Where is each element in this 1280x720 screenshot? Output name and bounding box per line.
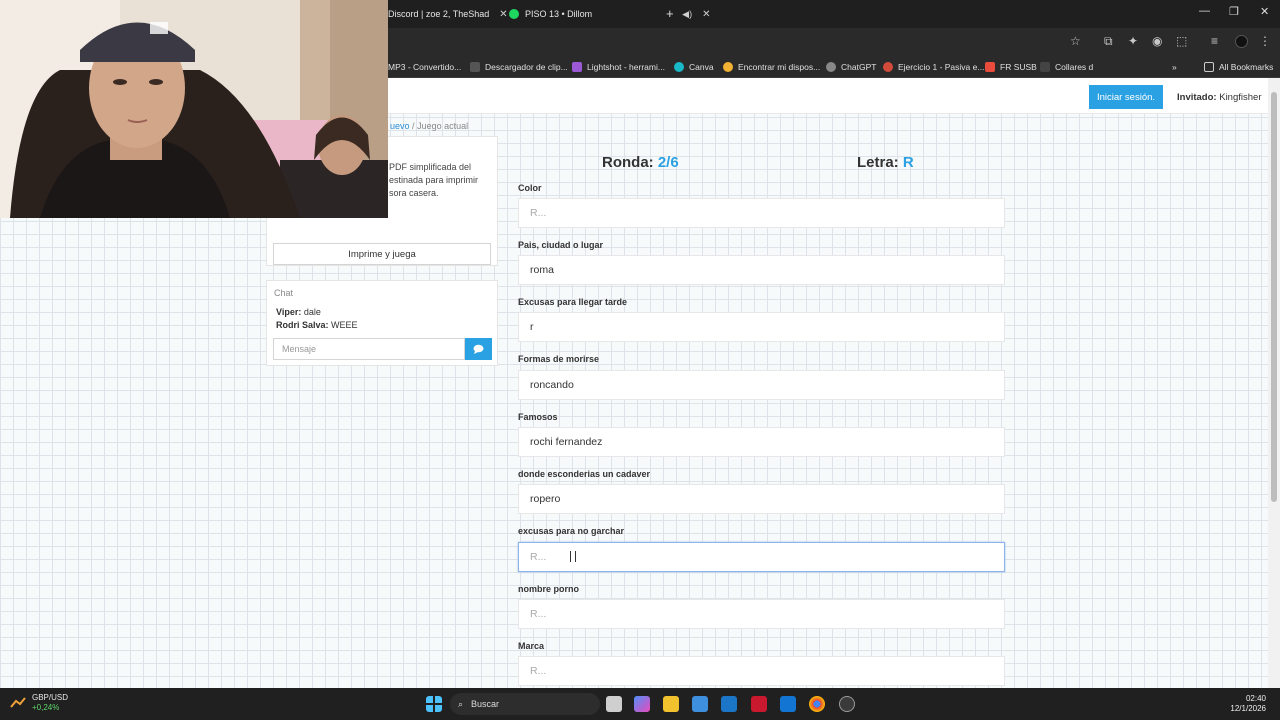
pdf-description: PDF simplificada del estinada para impri… <box>389 162 479 198</box>
letter-indicator: Letra: R <box>857 154 914 171</box>
field-label: Marca <box>518 641 545 651</box>
letter-value: R <box>902 154 914 171</box>
extension-icon[interactable]: ✦ <box>1128 34 1138 48</box>
chrome-icon[interactable] <box>809 696 825 712</box>
dell-icon[interactable] <box>721 696 737 712</box>
media-controls-icon[interactable]: ≡ <box>1211 34 1218 48</box>
field-label: Excusas para llegar tarde <box>518 297 628 307</box>
chat-message: Rodri Salva: WEEE <box>276 320 358 330</box>
webcam-feed-image <box>0 0 388 218</box>
close-window-button[interactable]: ✕ <box>1260 5 1269 18</box>
answer-input-hide-body[interactable] <box>518 484 1005 514</box>
bookmark-item[interactable]: Encontrar mi dispos... <box>723 62 820 72</box>
answer-input-excuse-active[interactable] <box>518 542 1005 572</box>
breadcrumb: uevo / Juego actual <box>390 121 469 131</box>
minimize-button[interactable]: — <box>1199 5 1210 17</box>
webcam-overlay <box>0 0 388 218</box>
send-message-button[interactable] <box>465 338 492 360</box>
translate-icon[interactable]: ⧉ <box>1104 34 1113 49</box>
breadcrumb-link[interactable]: uevo <box>390 121 410 131</box>
copilot-icon[interactable] <box>634 696 650 712</box>
page-icon <box>883 62 893 72</box>
login-button[interactable]: Iniciar sesión. <box>1089 85 1163 109</box>
file-explorer-icon[interactable] <box>663 696 679 712</box>
bookmark-item[interactable]: Descargador de clip... <box>470 62 568 72</box>
field-label: excusas para no garchar <box>518 526 625 536</box>
chat-panel: Chat Viper: dale Rodri Salva: WEEE <box>266 280 498 366</box>
answer-input-porn-name[interactable] <box>518 599 1005 629</box>
bookmark-item[interactable]: MP3 - Convertido... <box>388 62 461 72</box>
chat-message: Viper: dale <box>276 307 321 317</box>
store-icon[interactable] <box>692 696 708 712</box>
bookmark-star-icon[interactable]: ☆ <box>1070 34 1081 48</box>
text-cursor-icon <box>570 551 576 562</box>
tab-label: PISO 13 • Dillom <box>525 9 593 19</box>
canva-icon <box>674 62 684 72</box>
windows-start-icon[interactable] <box>426 696 442 712</box>
field-label: Formas de morirse <box>518 354 600 364</box>
field-label: Famosos <box>518 412 558 422</box>
tab-discord[interactable]: Discord | zoe 2, TheShad ✕ <box>388 4 508 24</box>
bookmark-item[interactable]: FR SUSB <box>985 62 1037 72</box>
field-label: donde esconderias un cadaver <box>518 469 651 479</box>
system-clock[interactable]: 02:40 12/1/2026 <box>1230 694 1266 714</box>
all-bookmarks-folder[interactable]: All Bookmarks <box>1204 62 1273 72</box>
answer-input-ways-to-die[interactable] <box>518 370 1005 400</box>
spotify-icon <box>509 9 519 19</box>
google-icon <box>723 62 733 72</box>
close-tab-icon[interactable]: ✕ <box>499 9 507 20</box>
chat-title: Chat <box>274 288 294 298</box>
answer-input-famous[interactable] <box>518 427 1005 457</box>
windows-icon <box>985 62 995 72</box>
menu-dots-icon[interactable]: ⋮ <box>1259 34 1271 48</box>
answer-input-color[interactable] <box>518 198 1005 228</box>
chatgpt-icon <box>826 62 836 72</box>
bookmark-item[interactable]: Canva <box>674 62 714 72</box>
tab-spotify[interactable]: PISO 13 • Dillom ◀) ✕ <box>509 4 710 24</box>
field-label: nombre porno <box>518 584 579 594</box>
scrollbar-thumb[interactable] <box>1271 92 1277 502</box>
page-icon <box>470 62 480 72</box>
currency-widget[interactable]: GBP/USD +0,24% <box>10 693 68 713</box>
field-label: Color <box>518 183 542 193</box>
bookmark-item[interactable]: ChatGPT <box>826 62 876 72</box>
answer-input-place[interactable] <box>518 255 1005 285</box>
round-value: 2/6 <box>657 154 679 171</box>
profile-avatar[interactable] <box>1235 35 1248 48</box>
print-and-play-button[interactable]: Imprime y juega <box>273 243 491 265</box>
taskbar-search[interactable]: ⌕ Buscar <box>450 693 600 715</box>
settings-icon[interactable] <box>839 696 855 712</box>
breadcrumb-current: Juego actual <box>417 121 469 131</box>
page-icon <box>1040 62 1050 72</box>
tab-label: Discord | zoe 2, TheShad <box>388 9 490 19</box>
extensions-puzzle-icon[interactable]: ⬚ <box>1176 34 1187 48</box>
restore-button[interactable]: ❐ <box>1229 5 1239 18</box>
bookmark-item[interactable]: Ejercicio 1 - Pasiva e... <box>883 62 984 72</box>
guest-name: Kingfisher <box>1219 92 1262 103</box>
bookmark-item[interactable]: Lightshot - herrami... <box>572 62 665 72</box>
round-indicator: Ronda: 2/6 <box>602 154 679 171</box>
answer-input-late-excuse[interactable] <box>518 312 1005 342</box>
chat-bubble-icon <box>473 344 484 354</box>
field-label: Pais, ciudad o lugar <box>518 240 604 250</box>
mcafee-icon[interactable] <box>751 696 767 712</box>
folder-icon <box>1204 62 1214 72</box>
task-view-icon[interactable] <box>606 696 622 712</box>
outlook-icon[interactable] <box>780 696 796 712</box>
windows-taskbar: GBP/USD +0,24% ⌕ Buscar 02:40 12/1/2026 <box>0 688 1280 720</box>
close-tab-icon[interactable]: ✕ <box>702 9 710 20</box>
currency-chart-icon <box>10 697 26 708</box>
answer-input-brand[interactable] <box>518 656 1005 686</box>
search-icon: ⌕ <box>458 698 464 709</box>
bookmark-item[interactable]: Collares d <box>1040 62 1093 72</box>
extension-purple-icon[interactable]: ◉ <box>1152 34 1162 48</box>
bookmarks-overflow-icon[interactable]: » <box>1172 62 1177 72</box>
speaker-icon[interactable]: ◀) <box>682 9 692 20</box>
guest-indicator: Invitado: Kingfisher <box>1177 92 1262 103</box>
chat-message-input[interactable] <box>273 338 465 360</box>
new-tab-button[interactable]: + <box>666 6 674 21</box>
feather-icon <box>572 62 582 72</box>
page-scrollbar[interactable] <box>1268 78 1280 688</box>
